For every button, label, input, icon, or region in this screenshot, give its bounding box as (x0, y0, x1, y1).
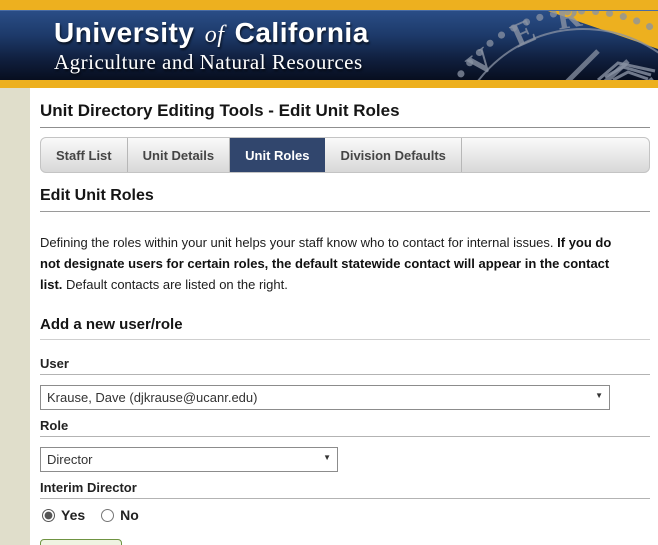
gold-top-bar (0, 0, 658, 10)
description-normal-2: Default contacts are listed on the right… (62, 277, 287, 292)
interim-no-label: No (120, 507, 139, 523)
uc-seal-watermark-icon: V E R (423, 11, 658, 80)
brand-title: University of California (54, 17, 369, 49)
brand-lockup: University of California Agriculture and… (54, 17, 369, 75)
user-label: User (40, 356, 650, 371)
title-divider (40, 127, 650, 128)
page: V E R University of California Agricultu… (0, 0, 658, 545)
interim-yes-radio[interactable] (42, 509, 55, 522)
form-heading: Add a new user/role (40, 316, 650, 334)
section-heading: Edit Unit Roles (40, 186, 650, 205)
interim-yes-label: Yes (61, 507, 85, 523)
brand-university: University (54, 17, 194, 48)
user-select-wrap: Krause, Dave (djkrause@ucanr.edu) (40, 385, 610, 410)
tab-division-defaults[interactable]: Division Defaults (325, 138, 461, 172)
navy-banner: V E R University of California Agricultu… (0, 10, 658, 80)
section-divider (40, 211, 650, 212)
tab-bar: Staff List Unit Details Unit Roles Divis… (40, 137, 650, 173)
description-text: Defining the roles within your unit help… (40, 232, 632, 295)
description-normal-1: Defining the roles within your unit help… (40, 235, 557, 250)
role-label-divider (40, 436, 650, 437)
user-label-divider (40, 374, 650, 375)
role-select-wrap: Director (40, 447, 338, 472)
svg-text:E: E (506, 12, 542, 55)
brand-california: California (235, 17, 369, 48)
page-body: Unit Directory Editing Tools - Edit Unit… (0, 88, 658, 545)
interim-director-radio-group: Yes No (42, 507, 650, 523)
user-select[interactable]: Krause, Dave (djkrause@ucanr.edu) (40, 385, 610, 410)
gold-bottom-bar (0, 80, 658, 88)
tab-staff-list[interactable]: Staff List (41, 138, 128, 172)
tab-unit-details[interactable]: Unit Details (128, 138, 231, 172)
left-margin-strip (0, 88, 30, 545)
role-select[interactable]: Director (40, 447, 338, 472)
form-heading-divider (40, 339, 650, 340)
tab-unit-roles[interactable]: Unit Roles (230, 138, 325, 172)
interim-director-label: Interim Director (40, 480, 650, 495)
site-header: V E R University of California Agricultu… (0, 0, 658, 88)
role-label: Role (40, 418, 650, 433)
svg-text:R: R (554, 11, 585, 38)
main-content: Unit Directory Editing Tools - Edit Unit… (30, 88, 658, 545)
interim-no-radio[interactable] (101, 509, 114, 522)
add-role-button[interactable]: Add Role (40, 539, 122, 545)
page-title: Unit Directory Editing Tools - Edit Unit… (40, 100, 650, 121)
brand-of: of (203, 22, 227, 48)
interim-director-divider (40, 498, 650, 499)
brand-subtitle: Agriculture and Natural Resources (54, 50, 369, 75)
